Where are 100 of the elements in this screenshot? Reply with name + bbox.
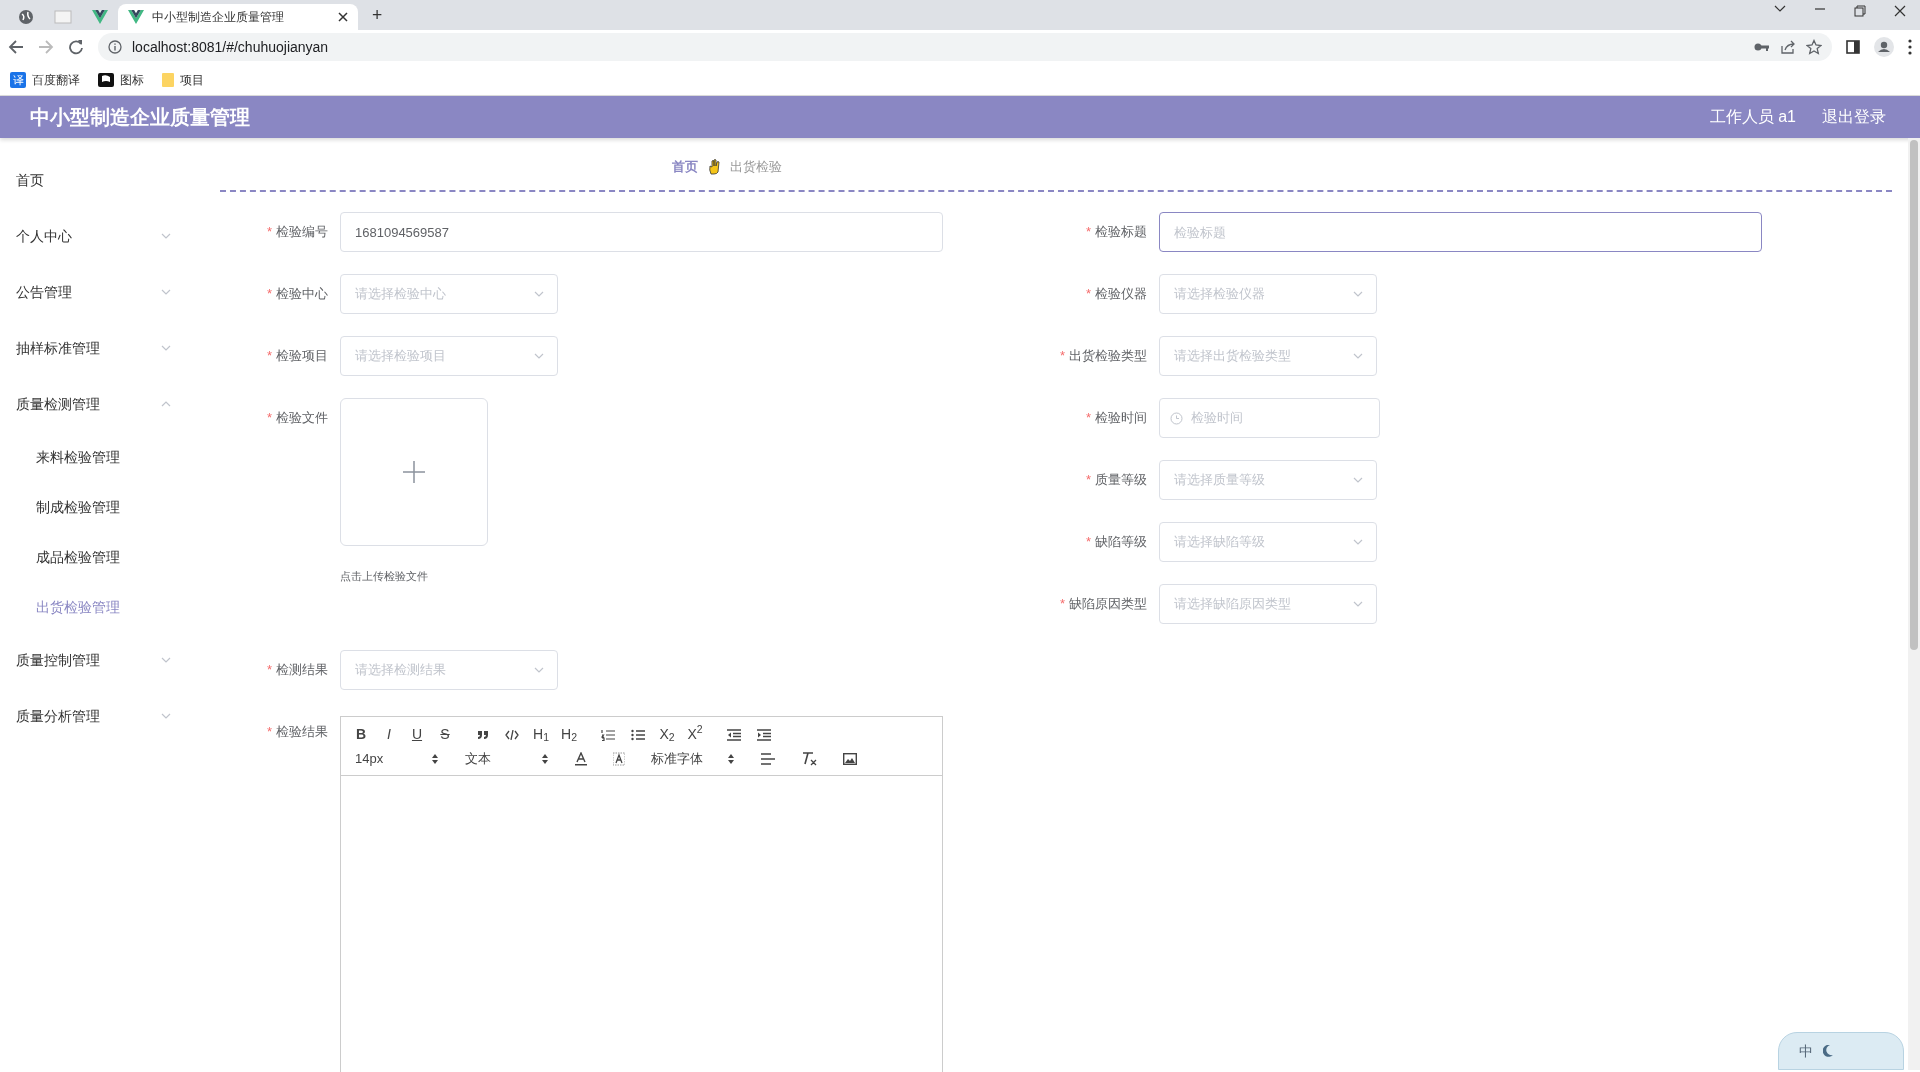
numbered-list-icon[interactable] <box>601 728 615 741</box>
user-name: 工作人员 a1 <box>1709 107 1796 127</box>
quote-icon[interactable] <box>477 729 489 740</box>
menu-label: 公告管理 <box>16 282 73 302</box>
field-label: 检验中心 <box>276 285 328 303</box>
browser-tab[interactable]: 中小型制造企业质量管理 <box>118 4 358 30</box>
sort-arrows-icon <box>727 752 735 765</box>
field-label: 检验编号 <box>276 223 328 241</box>
format-button[interactable]: X$^{2}$ <box>683 723 707 746</box>
format-button[interactable]: I <box>377 723 401 746</box>
folder-icon <box>162 72 174 87</box>
format-button[interactable]: H$_{1}$ <box>529 723 553 746</box>
submenu-item[interactable]: 成品检验管理 <box>0 532 200 582</box>
flag-icon <box>98 72 114 87</box>
indent-icon[interactable] <box>757 728 771 741</box>
chevron-down-icon[interactable] <box>1774 5 1786 13</box>
address-bar[interactable]: localhost:8081/#/chuhuojianyan <box>98 33 1832 61</box>
sidebar-item[interactable]: 首页 <box>0 152 200 208</box>
field-label: 检测结果 <box>276 660 328 679</box>
sort-arrows-icon <box>541 752 549 765</box>
menu-label: 抽样标准管理 <box>16 338 101 358</box>
required-mark: * <box>1085 224 1091 239</box>
upload-hint: 点击上传检验文件 <box>340 569 429 584</box>
field-label: 检验结果 <box>276 722 328 741</box>
required-mark: * <box>1085 534 1091 549</box>
text-field[interactable]: 检验标题 <box>1159 212 1762 252</box>
menu-label: 个人中心 <box>16 226 73 246</box>
rich-text-editor[interactable]: B I U S H$_{1}$ H$_{2}$ X$_{2}$ X$^{2}$ 14px 文本 标准字体 <box>340 715 943 1072</box>
required-mark: * <box>266 723 272 739</box>
field-label: 缺陷原因类型 <box>1069 595 1147 613</box>
bookmark[interactable]: 图标 <box>98 70 144 89</box>
minimize-icon[interactable] <box>1814 5 1826 13</box>
format-button[interactable]: H$_{2}$ <box>557 723 581 746</box>
plus-icon <box>403 461 425 483</box>
font-color-icon[interactable] <box>575 751 587 766</box>
bullet-list-icon[interactable] <box>631 728 645 741</box>
sidebar-item[interactable]: 质量检测管理 <box>0 376 200 432</box>
bookmark-label: 百度翻译 <box>32 71 80 89</box>
star-icon[interactable] <box>1806 39 1822 55</box>
format-button[interactable]: S <box>433 723 457 746</box>
sidebar-item[interactable]: 公告管理 <box>0 264 200 320</box>
moon-icon <box>1823 1045 1833 1057</box>
highlight-icon[interactable] <box>613 751 625 766</box>
breadcrumb-item[interactable]: 首页 <box>672 157 698 177</box>
reload-icon[interactable] <box>68 39 84 55</box>
more-icon[interactable] <box>1908 39 1912 55</box>
submenu-item[interactable]: 制成检验管理 <box>0 482 200 532</box>
bookmark-label: 项目 <box>180 71 204 89</box>
menu-label: 质量分析管理 <box>16 706 101 726</box>
breadcrumb-item: 出货检验 <box>730 158 782 177</box>
hand-icon <box>708 159 720 175</box>
editor-select[interactable]: 14px <box>349 747 445 770</box>
required-mark: * <box>266 661 272 677</box>
url-text: localhost:8081/#/chuhuojianyan <box>132 37 330 57</box>
required-mark: * <box>266 224 272 239</box>
editor-select[interactable]: 标准字体 <box>645 747 741 770</box>
clear-format-icon[interactable] <box>801 751 817 766</box>
submenu-item[interactable]: 来料检验管理 <box>0 432 200 482</box>
app-title: 中小型制造企业质量管理 <box>30 105 250 130</box>
menu-label: 首页 <box>16 170 45 190</box>
sidebar-item[interactable]: 个人中心 <box>0 208 200 264</box>
field-label: 检验标题 <box>1095 223 1147 241</box>
close-icon[interactable] <box>338 12 348 22</box>
sidebar-item[interactable]: 抽样标准管理 <box>0 320 200 376</box>
text-field[interactable]: 1681094569587 <box>340 212 943 252</box>
format-button[interactable]: B <box>349 723 373 746</box>
clock-icon <box>1170 411 1183 425</box>
vue-logo-icon <box>128 10 144 24</box>
menu-label: 质量控制管理 <box>16 650 101 670</box>
format-button[interactable]: X$_{2}$ <box>655 723 679 746</box>
share-icon[interactable] <box>1780 39 1796 55</box>
field-label: 检验项目 <box>276 347 328 365</box>
sidebar-item[interactable]: 质量分析管理 <box>0 688 200 744</box>
required-mark: * <box>266 286 272 301</box>
required-mark: * <box>266 348 272 363</box>
side-panel-icon[interactable] <box>1846 40 1860 54</box>
bookmark[interactable]: 译 百度翻译 <box>10 70 80 89</box>
back-arrow-icon[interactable] <box>8 39 24 55</box>
tab-title: 中小型制造企业质量管理 <box>152 9 285 26</box>
required-mark: * <box>266 410 272 425</box>
restore-icon[interactable] <box>1854 5 1866 17</box>
profile-icon[interactable] <box>1874 37 1894 57</box>
ime-mode: 中 <box>1799 1041 1813 1061</box>
scrollbar-thumb[interactable] <box>1910 140 1918 650</box>
format-button[interactable]: U <box>405 723 429 746</box>
new-tab-button[interactable]: + <box>358 1 397 29</box>
ime-toolbar[interactable]: 中 <box>1778 1032 1904 1070</box>
key-icon[interactable] <box>1754 42 1770 52</box>
code-icon[interactable] <box>505 729 519 740</box>
sidebar-item[interactable]: 质量控制管理 <box>0 632 200 688</box>
image-icon[interactable] <box>843 752 857 765</box>
field-label: 检验仪器 <box>1095 285 1147 303</box>
menu-label: 质量检测管理 <box>16 394 101 414</box>
align-left-icon[interactable] <box>761 752 775 765</box>
field-label: 出货检验类型 <box>1069 347 1147 365</box>
submenu-item[interactable]: 出货检验管理 <box>0 582 200 632</box>
outdent-icon[interactable] <box>727 728 741 741</box>
bookmark[interactable]: 项目 <box>162 70 204 89</box>
close-icon[interactable] <box>1894 5 1906 17</box>
editor-select[interactable]: 文本 <box>459 747 555 770</box>
